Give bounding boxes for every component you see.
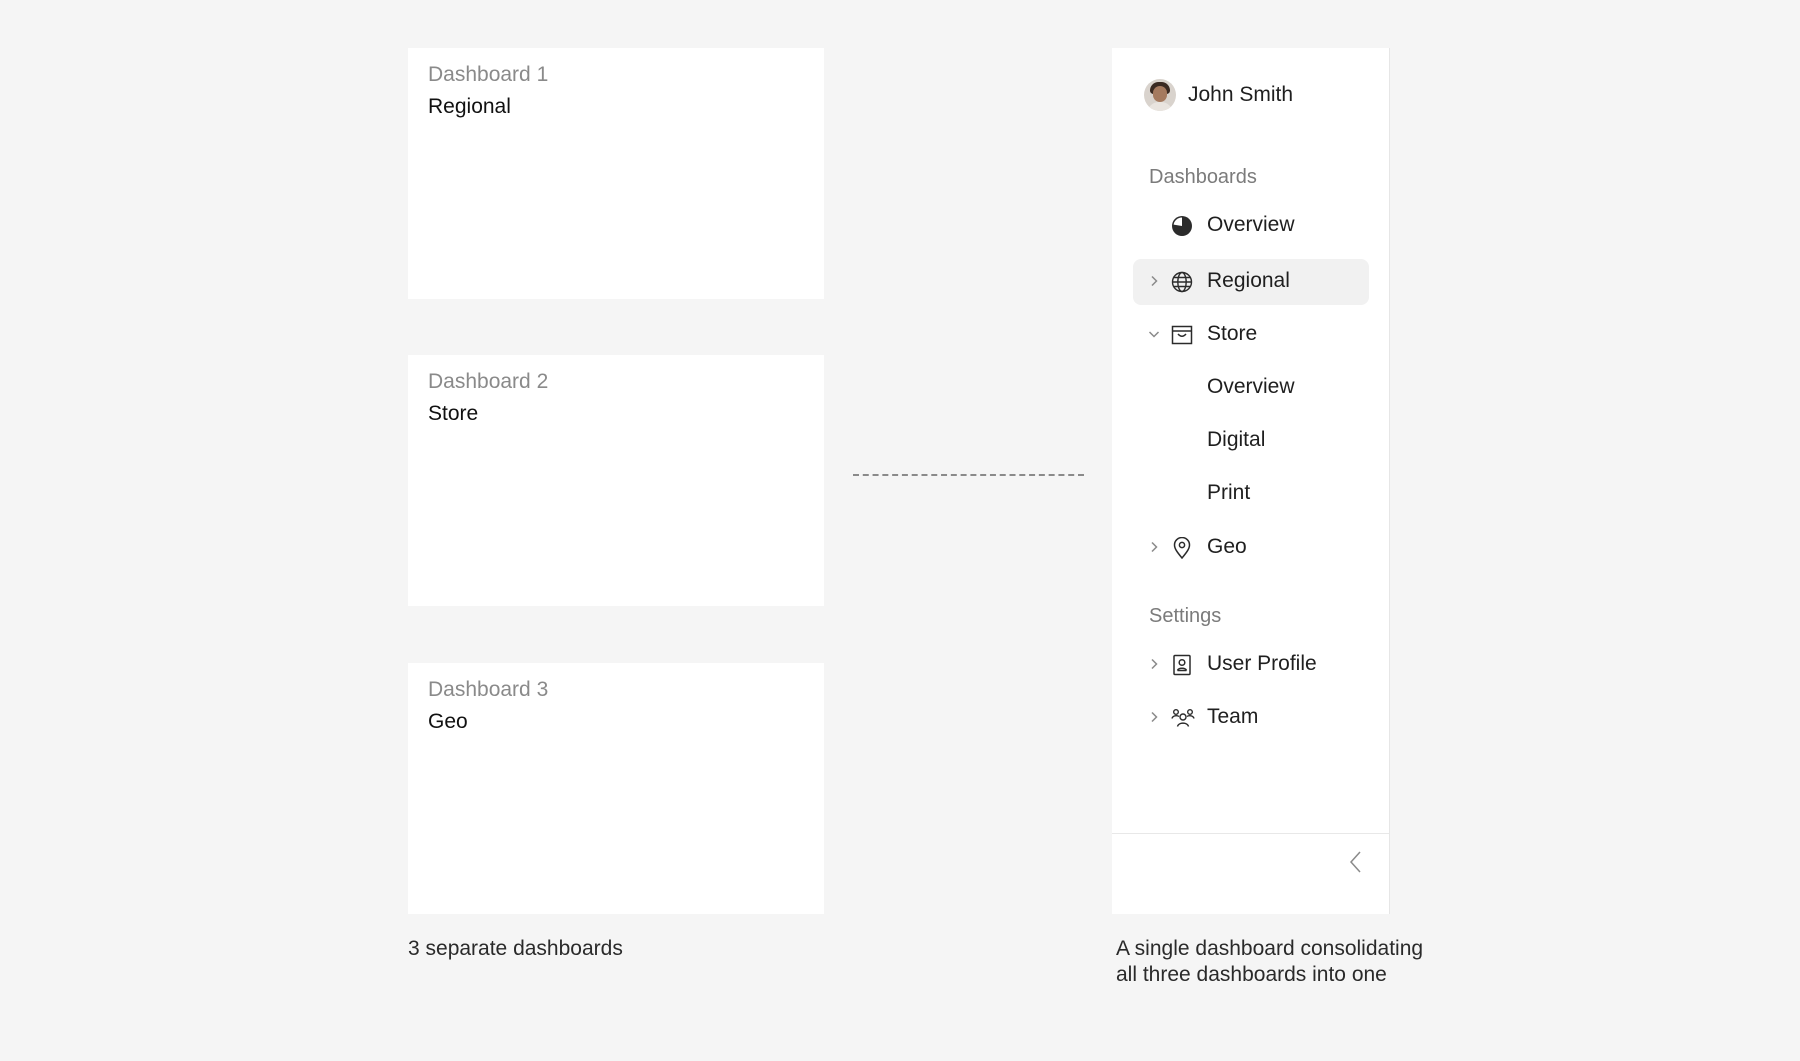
section-label-settings: Settings [1149, 605, 1222, 627]
sidebar-item-label: Geo [1207, 535, 1247, 558]
globe-icon [1171, 271, 1193, 293]
sidebar-item-label: Print [1207, 481, 1251, 504]
dashboard-card-1: Dashboard 1 Regional [408, 48, 824, 299]
dashboard-card-number: Dashboard 3 [428, 678, 549, 701]
sidebar-subitem-digital[interactable]: Digital [1133, 418, 1369, 464]
sidebar-panel: John Smith Dashboards Overview Regional [1112, 48, 1389, 914]
dashboard-card-number: Dashboard 2 [428, 370, 549, 393]
avatar [1144, 79, 1176, 111]
dashboard-card-title: Regional [428, 95, 511, 118]
map-pin-icon [1173, 537, 1191, 559]
section-label-dashboards: Dashboards [1149, 166, 1257, 188]
right-caption: A single dashboard consolidating all thr… [1116, 936, 1423, 988]
connector-dashed-line [853, 474, 1084, 476]
sidebar-footer [1112, 833, 1389, 915]
sidebar-item-team[interactable]: Team [1133, 695, 1369, 741]
sidebar-item-label: Store [1207, 322, 1258, 345]
left-caption: 3 separate dashboards [408, 937, 623, 960]
dashboard-card-title: Store [428, 402, 479, 425]
chevron-right-icon[interactable] [1147, 710, 1161, 724]
sidebar-item-overview[interactable]: Overview [1133, 203, 1369, 249]
sidebar-item-regional[interactable]: Regional [1133, 259, 1369, 305]
user-name: John Smith [1188, 83, 1294, 106]
right-caption-line-2: all three dashboards into one [1116, 963, 1387, 986]
dashboard-card-title: Geo [428, 710, 468, 733]
sidebar-item-store[interactable]: Store [1133, 312, 1369, 358]
store-icon [1171, 325, 1193, 345]
user-card-icon [1173, 654, 1191, 676]
user-profile-header[interactable]: John Smith [1144, 79, 1293, 111]
right-caption-line-1: A single dashboard consolidating [1116, 937, 1424, 960]
sidebar-subitem-overview[interactable]: Overview [1133, 365, 1369, 411]
sidebar-item-label: Regional [1207, 269, 1290, 292]
sidebar-subitem-print[interactable]: Print [1133, 471, 1369, 517]
chevron-right-icon[interactable] [1147, 540, 1161, 554]
sidebar-item-geo[interactable]: Geo [1133, 525, 1369, 571]
sidebar-item-label: Digital [1207, 428, 1266, 451]
sidebar-item-label: User Profile [1207, 652, 1317, 675]
pie-chart-icon [1172, 216, 1192, 236]
dashboard-card-3: Dashboard 3 Geo [408, 663, 824, 914]
collapse-sidebar-chevron-left-icon[interactable] [1344, 849, 1368, 875]
chevron-right-icon[interactable] [1147, 274, 1161, 288]
chevron-right-icon[interactable] [1147, 657, 1161, 671]
sidebar-item-user-profile[interactable]: User Profile [1133, 642, 1369, 688]
dashboard-card-number: Dashboard 1 [428, 63, 549, 86]
sidebar-item-label: Team [1207, 705, 1259, 728]
team-icon [1171, 709, 1195, 727]
dashboard-card-2: Dashboard 2 Store [408, 355, 824, 606]
sidebar-item-label: Overview [1207, 213, 1295, 236]
sidebar-item-label: Overview [1207, 375, 1295, 398]
chevron-down-icon[interactable] [1147, 327, 1161, 341]
